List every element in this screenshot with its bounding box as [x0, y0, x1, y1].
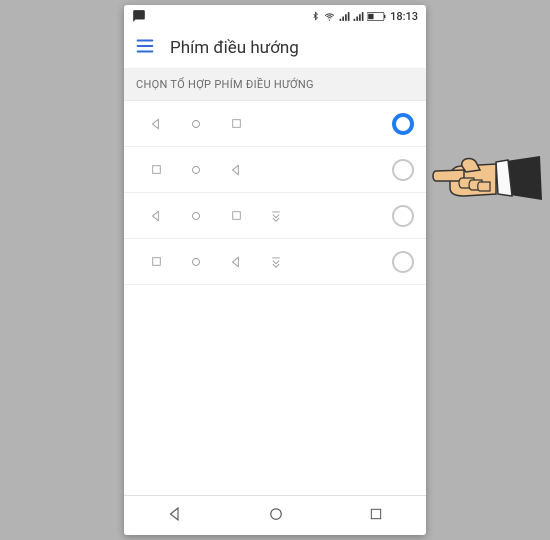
home-circle-icon [176, 209, 216, 223]
bluetooth-icon [311, 10, 320, 22]
status-time: 18:13 [390, 10, 418, 23]
pull-down-icon [256, 255, 296, 269]
back-triangle-icon [216, 255, 256, 269]
radio-button[interactable] [392, 251, 414, 273]
nav-recent-icon[interactable] [368, 506, 384, 526]
nav-back-icon[interactable] [166, 505, 184, 527]
signal-icon-2 [353, 11, 364, 22]
system-nav-bar [124, 495, 426, 535]
nav-option-row[interactable] [124, 193, 426, 239]
nav-option-row[interactable] [124, 101, 426, 147]
home-circle-icon [176, 163, 216, 177]
page-title: Phím điều hướng [170, 38, 299, 58]
radio-button[interactable] [392, 205, 414, 227]
radio-button[interactable] [392, 159, 414, 181]
app-bar: Phím điều hướng [124, 27, 426, 69]
wifi-icon [323, 11, 336, 22]
nav-option-row[interactable] [124, 147, 426, 193]
back-triangle-icon [216, 163, 256, 177]
recent-square-icon [136, 163, 176, 176]
back-triangle-icon [136, 117, 176, 131]
radio-button[interactable] [392, 113, 414, 135]
section-header: CHỌN TỔ HỢP PHÍM ĐIỀU HƯỚNG [124, 69, 426, 101]
recent-square-icon [216, 209, 256, 222]
pull-down-icon [256, 209, 296, 223]
pointer-hand-illustration [432, 148, 542, 208]
nav-key-list [124, 101, 426, 495]
chat-icon [132, 9, 146, 23]
home-circle-icon [176, 117, 216, 131]
menu-icon[interactable] [134, 35, 156, 61]
back-triangle-icon [136, 209, 176, 223]
phone-frame: 18:13 Phím điều hướng CHỌN TỔ HỢP PHÍM Đ… [124, 5, 426, 535]
nav-home-icon[interactable] [267, 505, 285, 527]
signal-icon [339, 11, 350, 22]
recent-square-icon [136, 255, 176, 268]
home-circle-icon [176, 255, 216, 269]
battery-icon [367, 11, 387, 22]
status-bar: 18:13 [124, 5, 426, 27]
nav-option-row[interactable] [124, 239, 426, 285]
status-right: 18:13 [311, 10, 418, 23]
recent-square-icon [216, 117, 256, 130]
